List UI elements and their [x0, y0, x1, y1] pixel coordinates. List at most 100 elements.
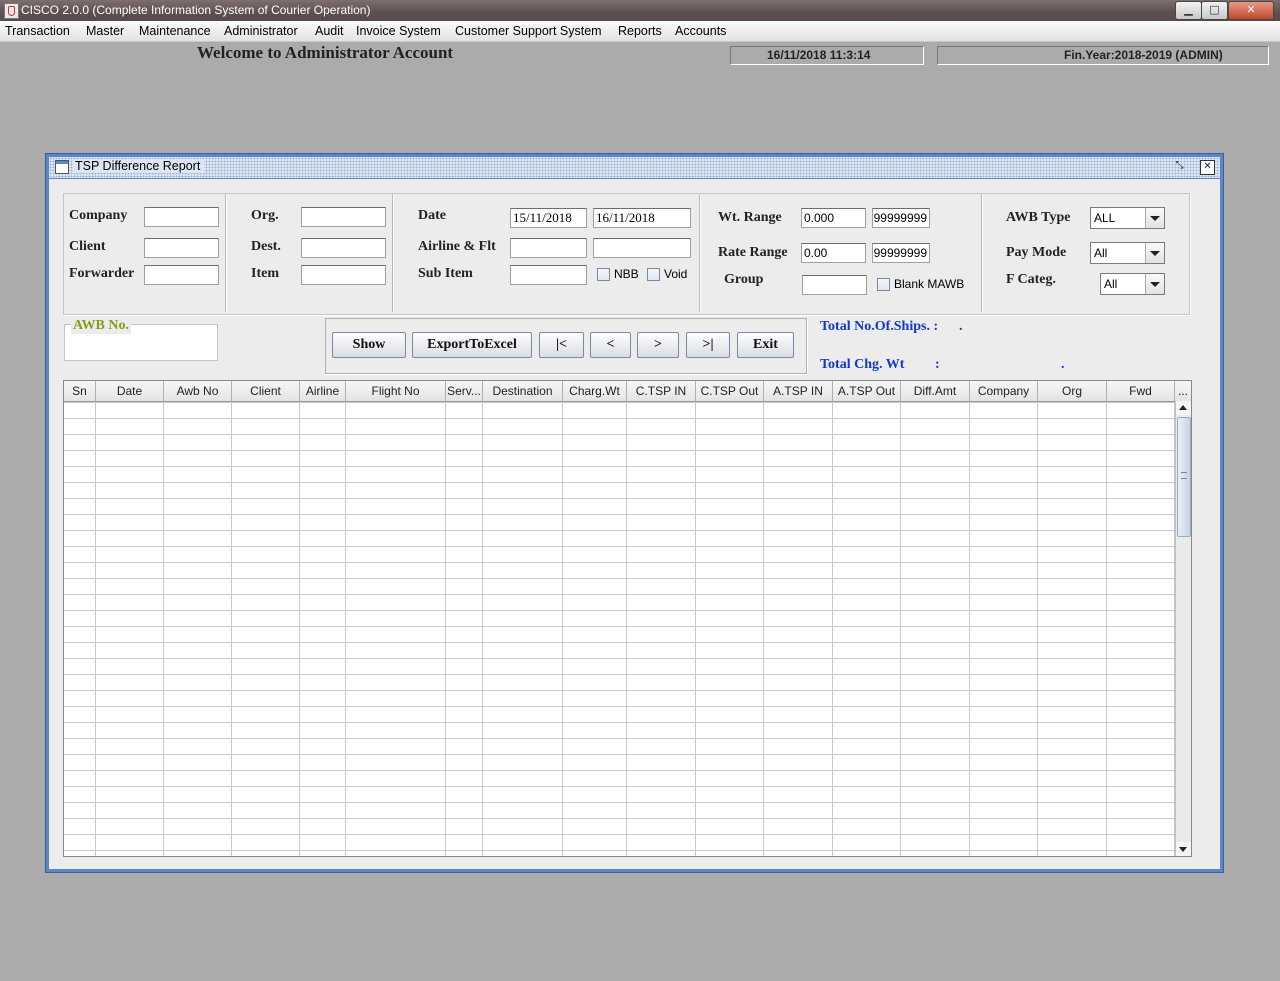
chevron-down-icon[interactable] — [1145, 274, 1164, 294]
filter-separator — [981, 194, 982, 312]
airline-flt-label: Airline & Flt — [418, 239, 496, 254]
rate-from-field[interactable]: 0.00 — [801, 243, 866, 263]
col-more[interactable]: ... — [1175, 381, 1191, 401]
scroll-up-icon[interactable] — [1176, 401, 1191, 415]
awb-type-select[interactable]: ALL — [1090, 207, 1165, 229]
next-record-button[interactable]: > — [637, 332, 679, 358]
tsp-difference-report-window: TSP Difference Report ⤡ ✕ Company Client… — [45, 153, 1224, 873]
company-field[interactable] — [144, 207, 219, 227]
close-window-button[interactable]: ✕ — [1228, 1, 1274, 20]
sub-item-field[interactable] — [510, 265, 587, 285]
menu-accounts[interactable]: Accounts — [675, 24, 726, 38]
frame-close-icon[interactable]: ✕ — [1200, 160, 1215, 175]
grid-line — [763, 402, 764, 856]
menu-transaction[interactable]: Transaction — [5, 24, 70, 38]
f-categ-select[interactable]: All — [1100, 273, 1165, 295]
total-chg-wt-colon: : — [935, 357, 940, 372]
wt-from-field[interactable]: 0.000 — [801, 208, 866, 228]
col-diff-amt[interactable]: Diff.Amt — [901, 381, 970, 401]
awb-no-group[interactable]: AWB No. — [64, 318, 218, 361]
welcome-heading: Welcome to Administrator Account — [197, 43, 454, 62]
report-table[interactable]: Sn Date Awb No Client Airline Flight No … — [63, 380, 1192, 857]
frame-restore-icon[interactable]: ⤡ — [1173, 160, 1186, 173]
exit-button[interactable]: Exit — [737, 332, 794, 358]
org-field[interactable] — [301, 207, 386, 227]
company-label: Company — [69, 208, 128, 223]
item-field[interactable] — [301, 265, 386, 285]
frame-window-icon — [55, 160, 69, 174]
airline-field[interactable] — [510, 238, 587, 258]
col-client[interactable]: Client — [232, 381, 300, 401]
flight-field[interactable] — [593, 238, 691, 258]
grid-line — [1037, 402, 1038, 856]
pay-mode-label: Pay Mode — [1006, 245, 1067, 260]
awb-no-label: AWB No. — [71, 318, 132, 334]
wt-range-label: Wt. Range — [718, 210, 782, 225]
pay-mode-select[interactable]: All — [1090, 242, 1165, 264]
grid-line — [562, 402, 563, 856]
menu-reports[interactable]: Reports — [618, 24, 662, 38]
vertical-scrollbar[interactable] — [1175, 401, 1191, 856]
col-fwd[interactable]: Fwd — [1107, 381, 1175, 401]
previous-record-button[interactable]: < — [590, 332, 631, 358]
filter-separator — [699, 194, 700, 312]
col-destination[interactable]: Destination — [483, 381, 563, 401]
last-record-button[interactable]: >| — [686, 332, 730, 358]
total-chg-wt-label: Total Chg. Wt — [820, 357, 905, 372]
f-categ-value: All — [1104, 277, 1118, 291]
menu-customer-support-system[interactable]: Customer Support System — [455, 24, 602, 38]
col-date[interactable]: Date — [96, 381, 164, 401]
first-record-button[interactable]: |< — [539, 332, 584, 358]
item-label: Item — [251, 266, 279, 281]
sub-item-label: Sub Item — [418, 266, 473, 281]
col-org[interactable]: Org — [1038, 381, 1107, 401]
chevron-down-icon[interactable] — [1145, 208, 1164, 228]
org-label: Org. — [251, 208, 279, 223]
grid-line — [445, 402, 446, 856]
scrollbar-thumb[interactable] — [1177, 417, 1191, 537]
maximize-button[interactable]: □ — [1201, 1, 1228, 20]
total-ships-label: Total No.Of.Ships. : — [820, 319, 939, 334]
col-a-tsp-out[interactable]: A.TSP Out — [833, 381, 901, 401]
col-a-tsp-in[interactable]: A.TSP IN — [764, 381, 833, 401]
col-awb-no[interactable]: Awb No — [164, 381, 232, 401]
dest-field[interactable] — [301, 238, 386, 258]
export-to-excel-button[interactable]: ExportToExcel — [412, 332, 532, 358]
rate-range-label: Rate Range — [718, 245, 788, 260]
menu-maintenance[interactable]: Maintenance — [139, 24, 211, 38]
group-label: Group — [724, 272, 764, 287]
nbb-checkbox[interactable] — [597, 268, 610, 281]
blank-mawb-checkbox[interactable] — [877, 278, 890, 291]
grid-line — [163, 402, 164, 856]
menu-audit[interactable]: Audit — [315, 24, 344, 38]
rate-to-field[interactable]: 99999999 — [872, 243, 930, 263]
void-checkbox[interactable] — [647, 268, 660, 281]
frame-titlebar[interactable]: TSP Difference Report ⤡ ✕ — [49, 157, 1220, 178]
forwarder-field[interactable] — [144, 265, 219, 285]
col-company[interactable]: Company — [970, 381, 1038, 401]
group-field[interactable] — [802, 275, 867, 295]
void-label: Void — [664, 267, 688, 281]
wt-to-field[interactable]: 99999999 — [872, 208, 930, 228]
col-charg-wt[interactable]: Charg.Wt — [563, 381, 627, 401]
col-c-tsp-in[interactable]: C.TSP IN — [627, 381, 696, 401]
col-flight-no[interactable]: Flight No — [346, 381, 446, 401]
show-button[interactable]: Show — [332, 332, 406, 358]
blank-mawb-label: Blank MAWB — [894, 277, 965, 291]
col-service[interactable]: Serv... — [446, 381, 483, 401]
col-airline[interactable]: Airline — [300, 381, 346, 401]
grid-line — [299, 402, 300, 856]
client-field[interactable] — [144, 238, 219, 258]
date-from-field[interactable]: 15/11/2018 — [510, 208, 587, 228]
chevron-down-icon[interactable] — [1145, 243, 1164, 263]
col-c-tsp-out[interactable]: C.TSP Out — [696, 381, 764, 401]
date-to-field[interactable]: 16/11/2018 — [593, 208, 691, 228]
menu-master[interactable]: Master — [86, 24, 124, 38]
nbb-label: NBB — [614, 267, 639, 281]
grid-line — [969, 402, 970, 856]
minimize-button[interactable]: ▁ — [1175, 1, 1202, 20]
scroll-down-icon[interactable] — [1176, 842, 1191, 856]
menu-invoice-system[interactable]: Invoice System — [356, 24, 441, 38]
col-sn[interactable]: Sn — [64, 381, 96, 401]
menu-administrator[interactable]: Administrator — [224, 24, 298, 38]
